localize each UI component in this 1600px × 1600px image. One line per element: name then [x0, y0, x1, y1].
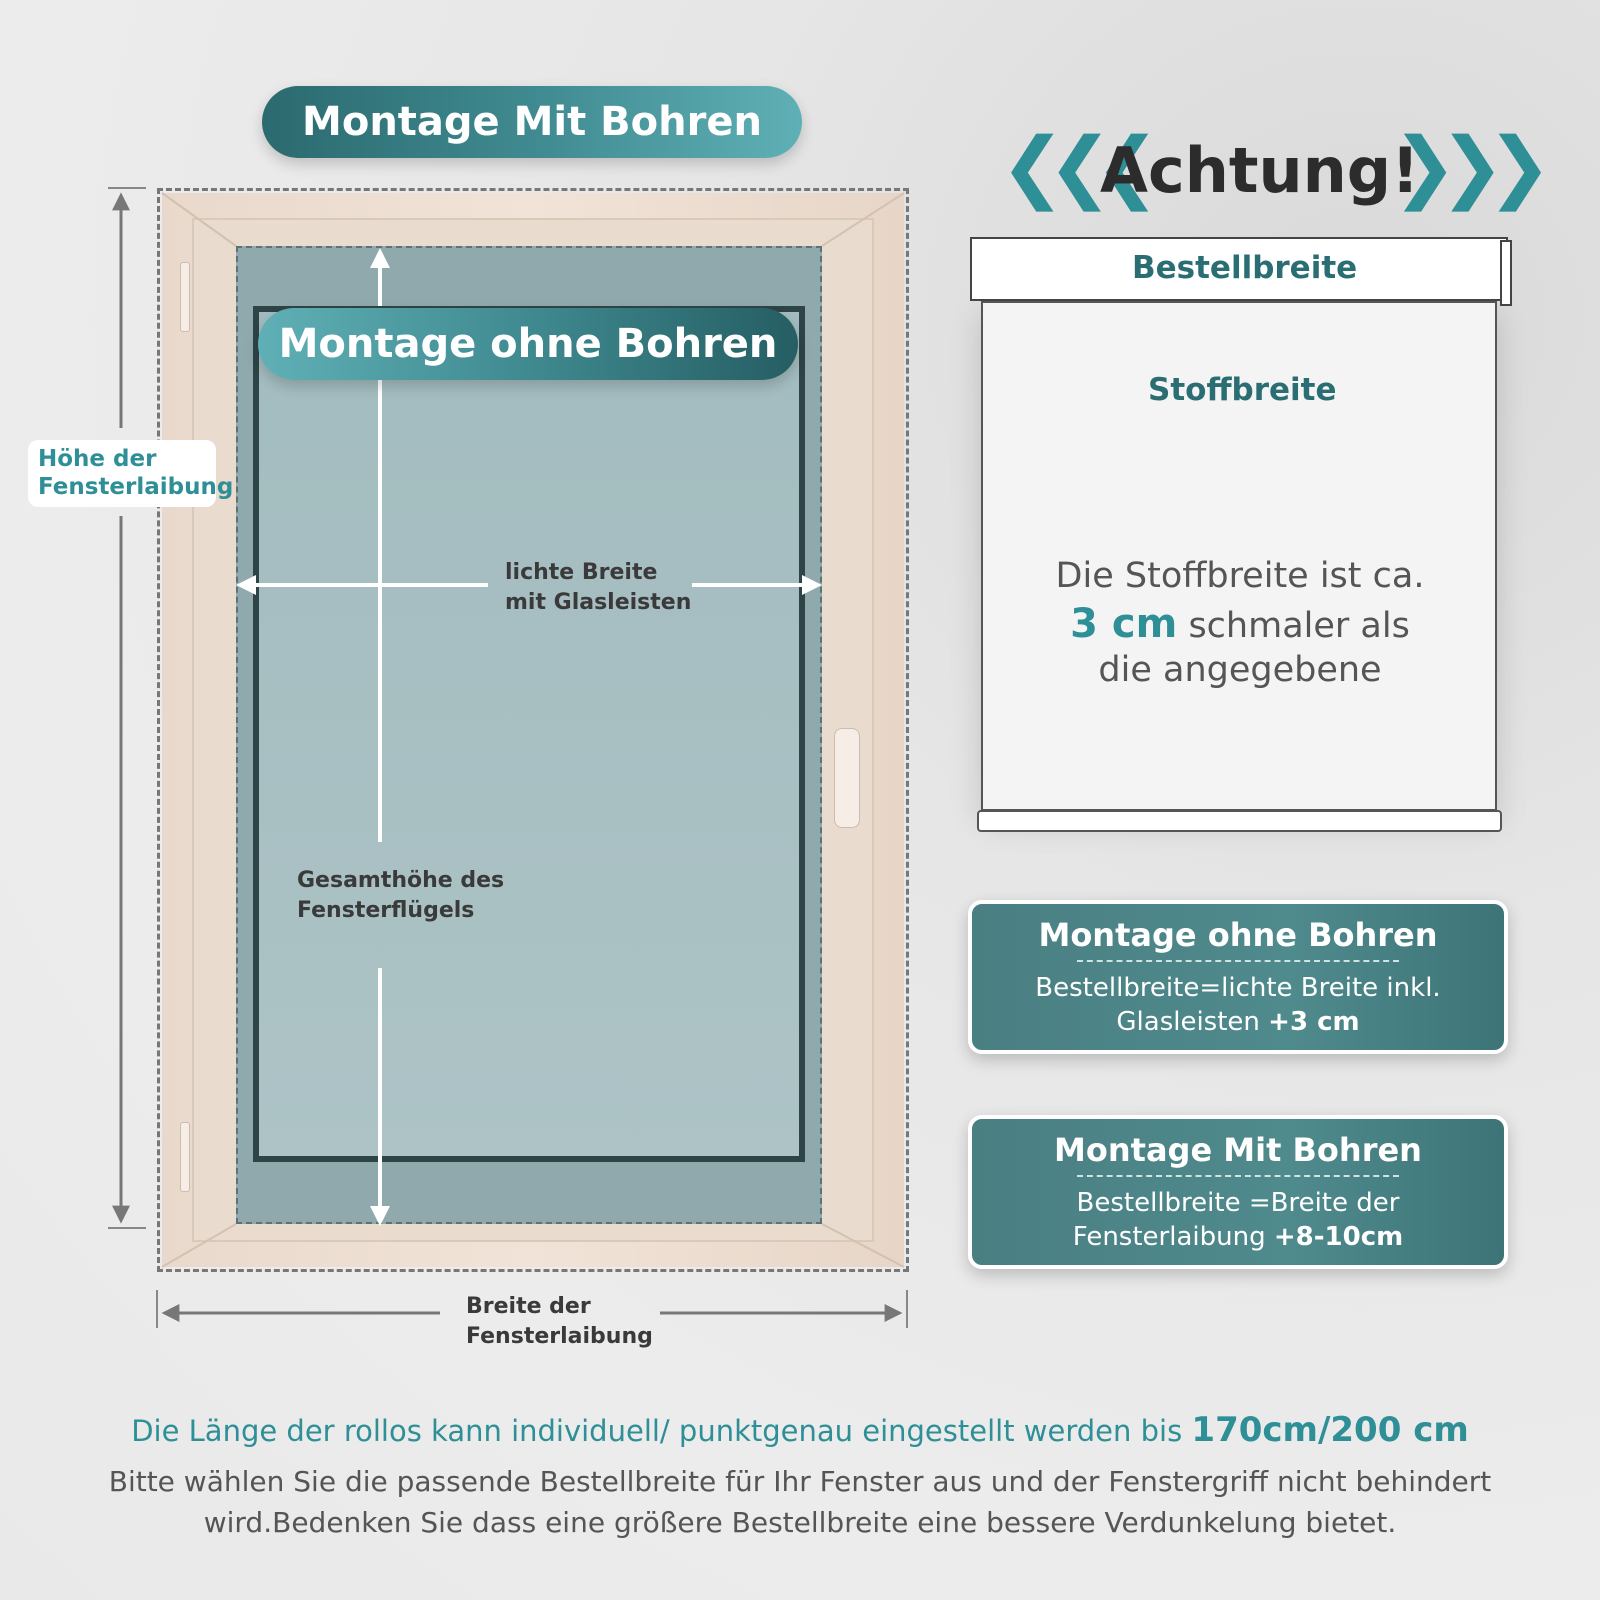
roller-blind-bottom-bar [977, 810, 1502, 832]
label-lichte-breite: lichte Breite mit Glasleisten [505, 558, 691, 617]
label-lichte-line1: lichte Breite [505, 560, 658, 585]
label-hoehe-line2: Fensterlaibung [38, 473, 234, 500]
bottom-instructions: Bitte wählen Sie die passende Bestellbre… [40, 1462, 1560, 1543]
note-line2-rest: schmaler als [1177, 605, 1410, 646]
info-box-mit-bohren: Montage Mit Bohren Bestellbreite =Breite… [968, 1115, 1508, 1269]
roller-end-cap [1500, 240, 1512, 306]
title-montage-mit-bohren: Montage Mit Bohren [262, 86, 802, 158]
note-line2: 3 cm schmaler als [1000, 599, 1480, 649]
chevrons-right-icon: ❯❯❯ [1392, 122, 1552, 212]
bottom-line2: Bitte wählen Sie die passende Bestellbre… [108, 1465, 1492, 1498]
label-lichte-line2: mit Glasleisten [505, 589, 692, 615]
info-box-title: Montage Mit Bohren [1054, 1131, 1422, 1169]
label-breite-line1: Breite der [466, 1294, 591, 1319]
stoffbreite-note: Die Stoffbreite ist ca. 3 cm schmaler al… [1000, 555, 1480, 693]
label-stoffbreite: Stoffbreite [1148, 372, 1337, 408]
info-box-line2-bold: +8-10cm [1273, 1221, 1404, 1252]
achtung-heading: Achtung! [1100, 134, 1420, 207]
info-box-divider [1077, 1175, 1399, 1177]
label-gesamthoehe: Gesamthöhe des Fensterflügels [297, 866, 504, 925]
label-gesamt-line2: Fensterflügels [297, 897, 475, 923]
label-bestellbreite: Bestellbreite [1132, 250, 1358, 286]
note-line3: die angegebene [1098, 649, 1382, 690]
note-value: 3 cm [1070, 600, 1178, 647]
info-box-line2: Glasleisten +3 cm [972, 1006, 1504, 1040]
note-line1: Die Stoffbreite ist ca. [1055, 556, 1425, 596]
info-box-line2-bold: +3 cm [1268, 1006, 1360, 1037]
label-breite-fensterlaibung: Breite der Fensterlaibung [466, 1292, 653, 1351]
bottom-line1: Die Länge der rollos kann individuell/ p… [131, 1414, 1192, 1448]
label-breite-line2: Fensterlaibung [466, 1323, 653, 1349]
info-box-line1: Bestellbreite=lichte Breite inkl. [1035, 973, 1441, 1003]
info-box-line2-prefix: Fensterlaibung [1072, 1221, 1274, 1252]
bottom-line3: wird.Bedenken Sie dass eine größere Best… [203, 1505, 1397, 1539]
info-box-line2-prefix: Glasleisten [1116, 1006, 1269, 1037]
info-box-line1: Bestellbreite =Breite der [1076, 1188, 1400, 1218]
label-gesamt-line1: Gesamthöhe des [297, 868, 505, 893]
title-montage-ohne-bohren: Montage ohne Bohren [258, 308, 798, 380]
bottom-line1-bold: 170cm/200 cm [1191, 1410, 1469, 1450]
info-box-line2: Fensterlaibung +8-10cm [972, 1221, 1504, 1255]
info-box-ohne-bohren: Montage ohne Bohren Bestellbreite=lichte… [968, 900, 1508, 1054]
bottom-length-note: Die Länge der rollos kann individuell/ p… [0, 1410, 1600, 1450]
info-box-title: Montage ohne Bohren [1038, 916, 1438, 954]
label-hoehe-line1: Höhe der [38, 446, 157, 472]
label-hoehe-fensterlaibung: Höhe der Fensterlaibung [28, 440, 234, 508]
info-box-divider [1077, 960, 1399, 962]
